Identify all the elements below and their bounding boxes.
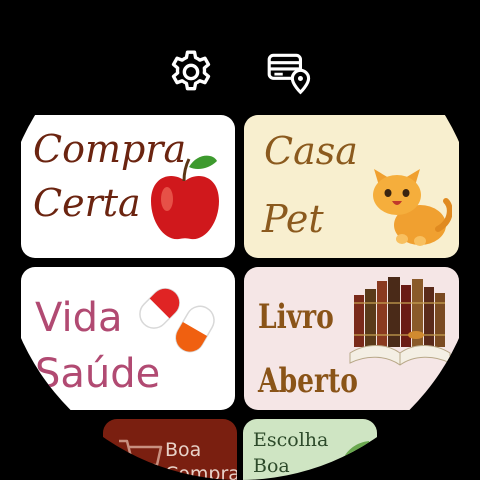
settings-button[interactable] [163,44,219,100]
cat-icon [373,169,452,246]
card-compra-certa[interactable]: Compra Certa [21,115,235,258]
books-icon [349,277,451,366]
card-title-line1: Vida [35,295,123,341]
apple-icon [151,155,219,240]
card-title-line1: Livro [258,297,334,337]
card-escolha-boa[interactable]: Escolha Boa [243,419,377,480]
store-location-icon [267,53,311,95]
card-title-line2: Aberto [258,361,358,401]
gear-icon [171,50,211,91]
card-title-line1: Casa [264,129,358,173]
card-casa-pet[interactable]: Casa Pet [244,115,459,258]
card-title-line2: Certa [33,181,141,225]
card-boa-compra[interactable]: Boa Compra [103,419,237,480]
card-livro-aberto[interactable]: Livro Aberto [244,267,459,410]
card-title-line2: Saúde [35,351,161,397]
card-title-line2: Pet [262,197,324,241]
watch-screen: Compra Certa Casa Pet Vida Saúde Livro A… [0,0,480,480]
card-vida-saude[interactable]: Vida Saúde [21,267,235,410]
shopping-cart-icon [119,439,163,475]
top-toolbar [0,44,480,100]
leaf-icon [338,441,369,478]
card-title-line2: Compra [165,463,237,480]
pill-capsules-icon [139,288,215,353]
card-title-line1: Boa [165,439,202,461]
card-title-line1: Escolha [253,429,329,451]
card-title-line2: Boa [253,455,290,477]
stores-location-button[interactable] [261,44,317,100]
